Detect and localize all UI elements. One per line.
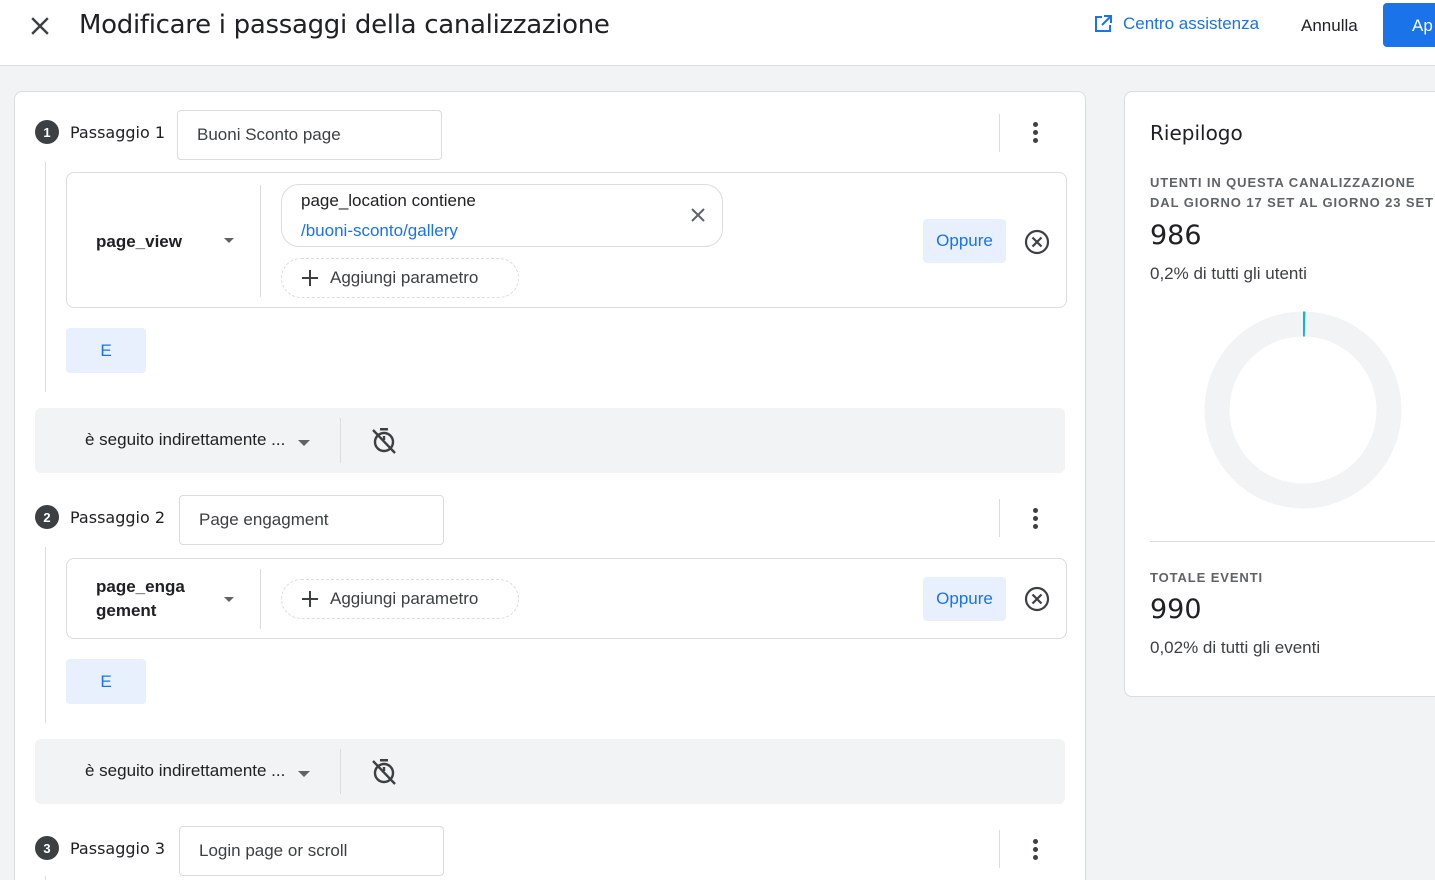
step-2-header: 2 Passaggio 2: [35, 505, 165, 529]
cancel-button[interactable]: Annulla: [1301, 16, 1358, 36]
step-2-event-line2: gement: [96, 601, 157, 620]
users-caption-line2: DAL GIORNO 17 SET AL GIORNO 23 SET: [1150, 195, 1434, 210]
parameter-chip-title: page_location contiene: [301, 191, 476, 210]
close-button[interactable]: [24, 10, 56, 42]
step-2-connector: [45, 547, 46, 723]
and-button[interactable]: E: [66, 328, 146, 373]
page-title: Modificare i passaggi della canalizzazio…: [79, 10, 610, 40]
step-3-divider: [999, 830, 1000, 868]
plus-icon: [302, 591, 318, 607]
step-3-number: 3: [35, 836, 59, 860]
apply-button[interactable]: Ap: [1383, 3, 1435, 47]
add-parameter-label: Aggiungi parametro: [330, 268, 479, 287]
more-vert-icon: [1032, 121, 1038, 127]
step-2-number: 2: [35, 505, 59, 529]
more-vert-dot: [1032, 854, 1038, 860]
step-1-condition-box: page_view page_location contiene /buoni-…: [66, 172, 1067, 308]
step-1-more-button[interactable]: [1023, 118, 1047, 146]
chevron-down-icon[interactable]: [224, 597, 234, 602]
step-3-name-input[interactable]: Login page or scroll: [179, 826, 444, 876]
more-vert-icon: [1032, 507, 1038, 513]
step-2-divider: [999, 499, 1000, 537]
step-2-more-button[interactable]: [1023, 504, 1047, 532]
add-parameter-button[interactable]: Aggiungi parametro: [281, 258, 519, 298]
cancel-circle-icon[interactable]: [1023, 228, 1051, 256]
follow-divider: [340, 418, 341, 463]
summary-panel: Riepilogo UTENTI IN QUESTA CANALIZZAZION…: [1124, 91, 1435, 697]
events-caption: TOTALE EVENTI: [1150, 570, 1264, 585]
summary-divider: [1150, 541, 1435, 542]
step-3-label: Passaggio 3: [70, 838, 166, 858]
chevron-down-icon[interactable]: [298, 440, 310, 446]
step-1-number: 1: [35, 120, 59, 144]
event-divider: [260, 185, 261, 297]
follow-divider: [340, 749, 341, 794]
more-vert-dot: [1032, 137, 1038, 143]
and-button[interactable]: E: [66, 659, 146, 704]
step-3-more-button[interactable]: [1023, 835, 1047, 863]
events-share: 0,02% di tutti gli eventi: [1150, 638, 1321, 657]
parameter-chip[interactable]: page_location contiene /buoni-sconto/gal…: [281, 184, 723, 247]
step-2-event-select[interactable]: page_enga gement: [96, 575, 185, 623]
step-2-condition-box: page_enga gement Aggiungi parametro Oppu…: [66, 558, 1067, 639]
add-parameter-label: Aggiungi parametro: [330, 589, 479, 608]
donut-track: [1204, 311, 1402, 509]
step-2-name-input[interactable]: Page engagment: [179, 495, 444, 545]
follow-type-select[interactable]: è seguito indirettamente ...: [85, 430, 285, 450]
timer-off-icon[interactable]: [369, 425, 399, 455]
step-1-header: 1 Passaggio 1: [35, 120, 165, 144]
users-donut-chart: [1204, 311, 1402, 509]
cancel-circle-icon[interactable]: [1023, 585, 1051, 613]
add-parameter-button[interactable]: Aggiungi parametro: [281, 579, 519, 619]
step-1-divider: [999, 114, 1000, 152]
step-2-follow-bar: è seguito indirettamente ...: [35, 739, 1065, 804]
or-button[interactable]: Oppure: [923, 577, 1006, 621]
or-button[interactable]: Oppure: [923, 219, 1006, 263]
events-count: 990: [1150, 594, 1202, 625]
close-icon[interactable]: [687, 204, 709, 226]
chevron-down-icon[interactable]: [224, 238, 234, 243]
more-vert-dot: [1032, 523, 1038, 529]
step-2-event-line1: page_enga: [96, 577, 185, 596]
plus-icon: [302, 270, 318, 286]
step-1-follow-bar: è seguito indirettamente ...: [35, 408, 1065, 473]
top-bar: Modificare i passaggi della canalizzazio…: [0, 0, 1435, 66]
event-divider: [260, 569, 261, 629]
more-vert-dot: [1032, 846, 1038, 852]
users-caption: UTENTI IN QUESTA CANALIZZAZIONE DAL GIOR…: [1150, 173, 1434, 213]
step-1-label: Passaggio 1: [70, 122, 166, 142]
summary-title: Riepilogo: [1150, 121, 1243, 145]
open-in-new-icon: [1095, 15, 1112, 32]
step-3-connector: [45, 876, 46, 880]
users-caption-line1: UTENTI IN QUESTA CANALIZZAZIONE: [1150, 175, 1416, 190]
step-1-connector: [45, 162, 46, 392]
more-vert-dot: [1032, 129, 1038, 135]
parameter-chip-value: /buoni-sconto/gallery: [301, 221, 458, 240]
follow-type-select[interactable]: è seguito indirettamente ...: [85, 761, 285, 781]
step-2-label: Passaggio 2: [70, 507, 166, 527]
more-vert-dot: [1032, 515, 1038, 521]
close-icon: [31, 17, 49, 35]
users-count: 986: [1150, 220, 1202, 251]
help-center-link[interactable]: Centro assistenza: [1093, 14, 1259, 34]
help-center-label: Centro assistenza: [1123, 14, 1260, 33]
more-vert-icon: [1032, 838, 1038, 844]
step-1-name-input[interactable]: Buoni Sconto page: [177, 110, 442, 160]
chevron-down-icon[interactable]: [298, 771, 310, 777]
timer-off-icon[interactable]: [369, 756, 399, 786]
step-3-header: 3 Passaggio 3: [35, 836, 165, 860]
users-share: 0,2% di tutti gli utenti: [1150, 264, 1307, 283]
step-1-event-select[interactable]: page_view: [96, 230, 182, 254]
